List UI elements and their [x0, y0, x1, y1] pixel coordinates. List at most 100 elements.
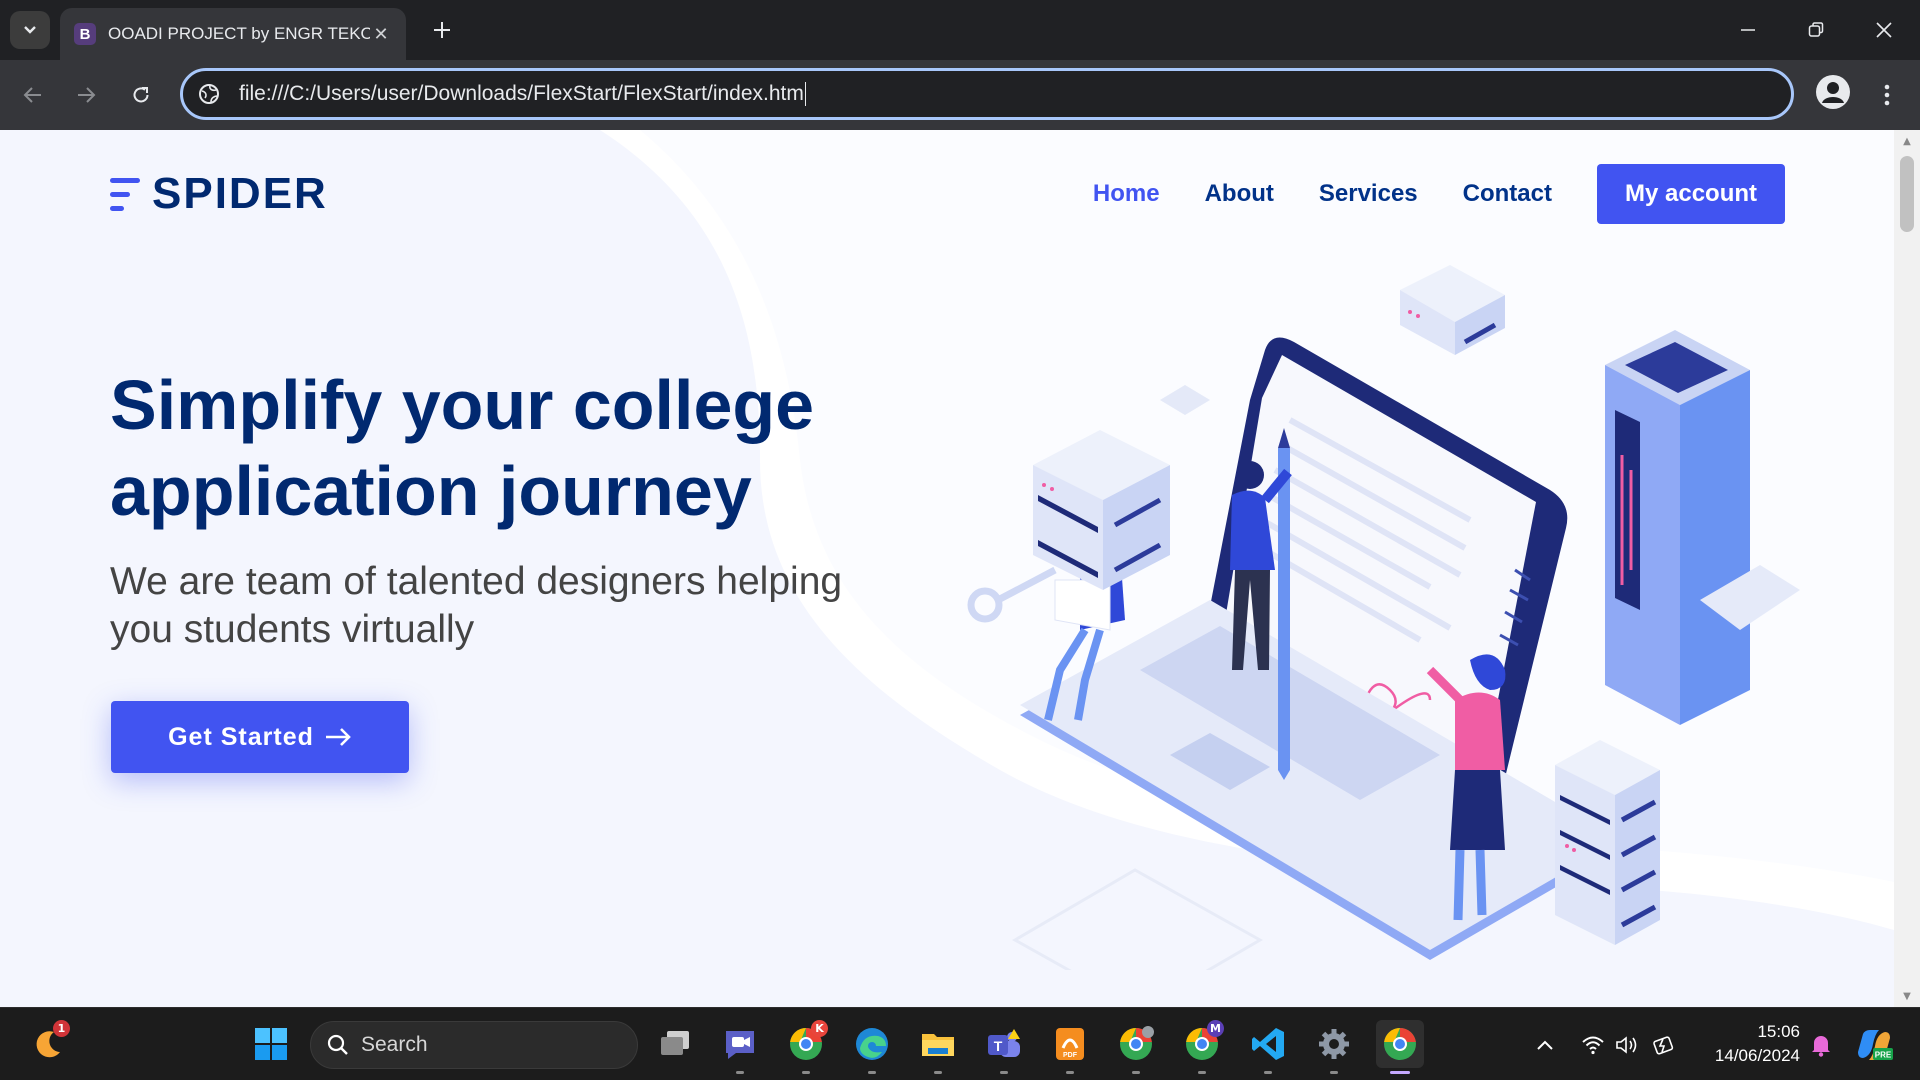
- site-header: SPIDER Home About Services Contact My ac…: [110, 164, 1785, 224]
- chrome-icon: [1384, 1028, 1416, 1060]
- minimize-button[interactable]: [1714, 0, 1782, 60]
- taskbar-meet[interactable]: [716, 1020, 764, 1074]
- running-indicator: [1198, 1071, 1206, 1074]
- close-icon: [1876, 22, 1892, 38]
- restore-icon: [1808, 22, 1824, 37]
- task-view-icon: [661, 1031, 689, 1055]
- running-indicator: [802, 1071, 810, 1074]
- vscode-icon: [1252, 1028, 1284, 1060]
- copilot-button[interactable]: PRE: [1852, 1008, 1896, 1080]
- copilot-icon: PRE: [1858, 1029, 1893, 1060]
- hero-subtitle: We are team of talented designers helpin…: [110, 560, 843, 651]
- tab-search-button[interactable]: [10, 11, 50, 49]
- main-nav: Home About Services Contact My account: [1048, 164, 1785, 224]
- profile-avatar-icon[interactable]: [1816, 75, 1850, 109]
- meet-icon: [726, 1031, 754, 1059]
- hero-title: Simplify your college application journe…: [110, 366, 815, 530]
- page-viewport: SPIDER Home About Services Contact My ac…: [0, 130, 1894, 1007]
- weather-widget[interactable]: 1: [24, 1020, 72, 1068]
- teams-icon: T: [988, 1029, 1020, 1057]
- taskbar-chrome-m[interactable]: M: [1178, 1020, 1226, 1074]
- reload-button[interactable]: [123, 77, 159, 113]
- chevron-up-icon: [1537, 1040, 1553, 1050]
- profile-m-badge: M: [1207, 1020, 1224, 1037]
- browser-menu-button[interactable]: [1872, 77, 1902, 113]
- taskbar-file-explorer[interactable]: [914, 1020, 962, 1074]
- site-logo[interactable]: SPIDER: [110, 169, 328, 218]
- nav-link-contact[interactable]: Contact: [1463, 180, 1552, 208]
- svg-text:T: T: [994, 1038, 1003, 1054]
- address-bar[interactable]: file:///C:/Users/user/Downloads/FlexStar…: [180, 68, 1794, 120]
- running-indicator: [1066, 1071, 1074, 1074]
- start-button[interactable]: [247, 1020, 295, 1068]
- logo-text: SPIDER: [152, 169, 328, 218]
- tab-strip: B OOADI PROJECT by ENGR TEKO ✕: [0, 0, 1920, 60]
- battery-status[interactable]: [1648, 1008, 1678, 1080]
- scrollbar-thumb[interactable]: [1900, 156, 1914, 232]
- tab-title: OOADI PROJECT by ENGR TEKO: [108, 24, 370, 43]
- arrow-right-icon: [324, 727, 352, 747]
- active-indicator: [1390, 1071, 1410, 1074]
- scroll-up-arrow-icon[interactable]: ▲: [1894, 132, 1920, 150]
- taskbar-edge[interactable]: [848, 1020, 896, 1074]
- reload-icon: [133, 87, 149, 103]
- forward-arrow-icon: [78, 87, 96, 103]
- address-text: file:///C:/Users/user/Downloads/FlexStar…: [239, 82, 804, 105]
- browser-toolbar: file:///C:/Users/user/Downloads/FlexStar…: [0, 60, 1920, 130]
- taskbar-teams[interactable]: T: [980, 1020, 1028, 1074]
- scroll-down-arrow-icon[interactable]: ▼: [1894, 987, 1920, 1005]
- taskbar-search[interactable]: Search: [310, 1021, 638, 1069]
- logo-mark-icon: [110, 174, 142, 214]
- running-indicator: [1000, 1071, 1008, 1074]
- taskbar-pdf-reader[interactable]: PDF: [1046, 1020, 1094, 1074]
- nav-link-services[interactable]: Services: [1319, 180, 1418, 208]
- running-indicator: [736, 1071, 744, 1074]
- new-tab-button[interactable]: [424, 12, 460, 48]
- speaker-icon: [1616, 1035, 1637, 1054]
- clock-time: 15:06: [1757, 1022, 1800, 1041]
- show-hidden-icons-button[interactable]: [1530, 1008, 1560, 1080]
- running-indicator: [1330, 1071, 1338, 1074]
- get-started-button[interactable]: Get Started: [111, 701, 409, 773]
- forward-button[interactable]: [68, 77, 104, 113]
- browser-tab[interactable]: B OOADI PROJECT by ENGR TEKO ✕: [60, 8, 406, 60]
- volume-status[interactable]: [1612, 1008, 1642, 1080]
- taskbar-vscode[interactable]: [1244, 1020, 1292, 1074]
- wifi-icon: [1582, 1036, 1604, 1054]
- bell-icon: [1812, 1035, 1830, 1057]
- pdf-reader-icon: PDF: [1056, 1028, 1084, 1060]
- taskbar-chrome-active[interactable]: [1376, 1020, 1424, 1074]
- nav-link-about[interactable]: About: [1205, 180, 1274, 208]
- text-caret: [804, 82, 806, 106]
- running-indicator: [1264, 1071, 1272, 1074]
- system-clock[interactable]: 15:06 14/06/2024: [1690, 1020, 1800, 1068]
- chevron-down-icon: [24, 26, 36, 34]
- back-arrow-icon: [23, 87, 41, 103]
- battery-charging-icon: [1653, 1035, 1674, 1055]
- copilot-pre-badge: PRE: [1875, 1050, 1892, 1059]
- taskbar-chrome-k[interactable]: K: [782, 1020, 830, 1074]
- profile-k-badge: K: [811, 1020, 828, 1037]
- task-view-button[interactable]: [651, 1020, 699, 1068]
- close-tab-icon[interactable]: ✕: [370, 24, 392, 45]
- plus-icon: [434, 22, 450, 38]
- search-placeholder: Search: [361, 1033, 428, 1056]
- wifi-status[interactable]: [1578, 1008, 1608, 1080]
- close-window-button[interactable]: [1850, 0, 1918, 60]
- page-scrollbar[interactable]: ▲ ▼: [1894, 130, 1920, 1007]
- back-button[interactable]: [15, 77, 51, 113]
- my-account-button[interactable]: My account: [1597, 164, 1785, 224]
- notifications-button[interactable]: [1806, 1008, 1836, 1080]
- site-info-icon[interactable]: [197, 82, 221, 106]
- nav-link-home[interactable]: Home: [1093, 180, 1160, 208]
- restore-button[interactable]: [1782, 0, 1850, 60]
- minimize-icon: [1741, 29, 1755, 31]
- windows-taskbar: 1 Search K T PDF M 15:06 14/06/2024 PRE: [0, 1007, 1920, 1080]
- taskbar-settings[interactable]: [1310, 1020, 1358, 1074]
- hero-illustration: [967, 265, 1800, 970]
- get-started-label: Get Started: [168, 722, 314, 751]
- clock-date: 14/06/2024: [1714, 1046, 1800, 1065]
- running-indicator: [868, 1071, 876, 1074]
- windows-logo-icon: [255, 1028, 287, 1060]
- taskbar-chrome-2[interactable]: [1112, 1020, 1160, 1074]
